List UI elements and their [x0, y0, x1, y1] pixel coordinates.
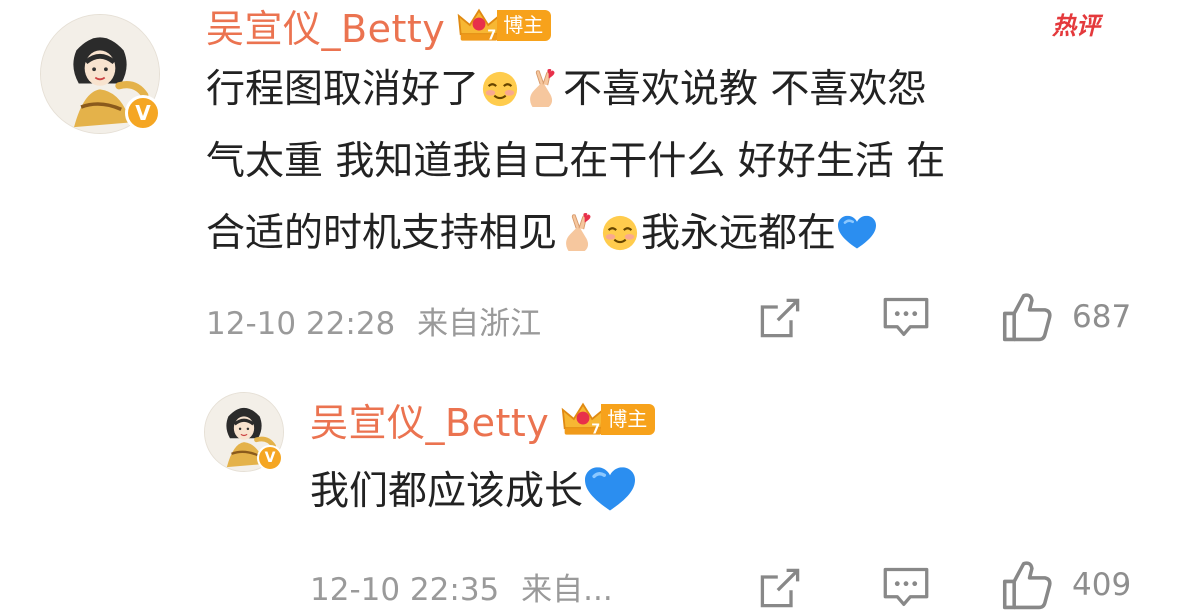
comment-meta: 12-10 22:28 来自浙江 — [206, 298, 541, 343]
username[interactable]: 吴宣仪_Betty — [206, 0, 445, 53]
like-icon — [1000, 292, 1052, 342]
comment-location: 来自浙江 — [417, 306, 542, 342]
share-icon[interactable] — [758, 296, 802, 340]
comment-icon[interactable] — [882, 566, 930, 610]
comment-text: 我永远都在 — [641, 211, 837, 256]
role-badge: 博主 — [497, 9, 552, 41]
blue-heart-emoji-icon — [585, 467, 635, 513]
comment-meta: 12-10 22:35 来自... — [310, 564, 613, 609]
comment-text: 我们都应该成长 — [310, 469, 584, 514]
avatar[interactable]: V — [40, 14, 161, 134]
comment-line: 气太重 我知道我自己在干什么 好好生活 在 — [206, 126, 1166, 198]
finger-heart-emoji-icon — [523, 69, 561, 109]
comment-header: 吴宣仪_Betty 博主 — [310, 396, 656, 445]
role-badge: 博主 — [601, 403, 656, 435]
share-icon[interactable] — [758, 566, 802, 610]
like-count: 409 — [1072, 567, 1132, 603]
crown-icon — [457, 6, 501, 44]
comment-body: 我们都应该成长 — [310, 456, 637, 528]
comment-text: 气太重 我知道我自己在干什么 好好生活 在 — [206, 139, 946, 184]
like-button[interactable]: 409 — [1000, 560, 1131, 610]
username[interactable]: 吴宣仪_Betty — [310, 392, 549, 447]
comment-line: 行程图取消好了 不喜欢说教 不喜欢怨 — [206, 54, 1166, 126]
comment-text: 行程图取消好了 — [206, 67, 480, 112]
smile-emoji-icon — [481, 70, 519, 108]
v-verified-icon: V — [257, 445, 283, 471]
comment-time: 12-10 22:35 — [310, 572, 500, 608]
blue-heart-emoji-icon — [838, 213, 876, 253]
like-count: 687 — [1072, 299, 1132, 335]
comment-icon[interactable] — [882, 296, 930, 340]
smile-emoji-icon — [601, 214, 639, 252]
like-button[interactable]: 687 — [1000, 292, 1131, 342]
comment-time: 12-10 22:28 — [206, 306, 396, 342]
comment-text: 不喜欢说教 不喜欢怨 — [563, 67, 927, 112]
finger-heart-emoji-icon — [559, 213, 597, 253]
like-icon — [1000, 560, 1052, 610]
avatar[interactable]: V — [204, 392, 284, 472]
comment-text: 合适的时机支持相见 — [206, 211, 558, 256]
hot-comment-label: 热评 — [1052, 12, 1100, 40]
crown-icon — [561, 400, 605, 438]
comment-line: 合适的时机支持相见 我永远都在 — [206, 198, 1166, 270]
comment-location: 来自... — [521, 572, 613, 608]
blogger-badge: 博主 — [561, 400, 656, 438]
v-verified-icon: V — [125, 95, 161, 131]
blogger-badge: 博主 — [457, 6, 552, 44]
comment-body: 行程图取消好了 不喜欢说教 不喜欢怨 气太重 我知道我自己在干什么 好好生活 在 … — [206, 54, 1166, 270]
comment-header: 吴宣仪_Betty 博主 — [206, 2, 552, 51]
